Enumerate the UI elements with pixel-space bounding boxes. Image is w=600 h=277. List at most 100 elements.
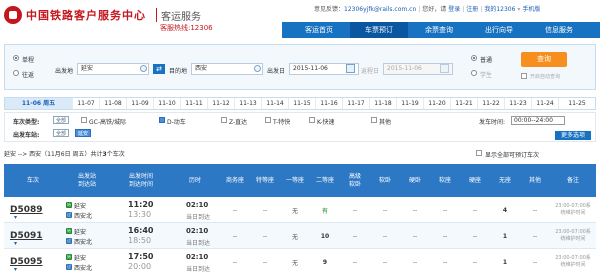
to-label: 目的地 bbox=[169, 68, 188, 75]
date-tab[interactable]: 11-16 bbox=[316, 98, 343, 109]
my12306-link[interactable]: 我的12306 bbox=[484, 6, 515, 13]
main-nav: 客运首页 车票预订 余票查询 出行向导 信息服务 bbox=[282, 22, 600, 38]
date-tab[interactable]: 11-19 bbox=[397, 98, 424, 109]
roundtrip-radio[interactable] bbox=[13, 70, 19, 76]
seat-deluxe-sleeper: -- bbox=[352, 258, 358, 266]
date-tab[interactable]: 11-07 bbox=[73, 98, 100, 109]
to-station: 过西安北 bbox=[66, 264, 93, 272]
date-tab[interactable]: 11-11 bbox=[181, 98, 208, 109]
site-title[interactable]: 中国铁路客户服务中心 bbox=[26, 7, 146, 23]
col-train[interactable]: 车次 bbox=[4, 164, 62, 197]
from-station: 始延安 bbox=[66, 254, 87, 262]
normal-ticket-radio[interactable] bbox=[471, 55, 477, 61]
type-gc-label: GC-高铁/城际 bbox=[89, 119, 127, 126]
remark: 23:00-07:00系 统维护时间 bbox=[555, 229, 591, 242]
seat-hard-seat: -- bbox=[472, 232, 478, 240]
nav-booking[interactable]: 车票预订 bbox=[350, 22, 408, 38]
from-station-input[interactable]: 延安 bbox=[77, 63, 149, 75]
train-number-link[interactable]: D5095 bbox=[10, 249, 60, 275]
date-tab[interactable]: 11-17 bbox=[343, 98, 370, 109]
date-tab[interactable]: 11-09 bbox=[127, 98, 154, 109]
normal-ticket-label: 普通 bbox=[480, 57, 493, 64]
train-type-label: 车次类型: bbox=[13, 119, 40, 126]
seat-business: -- bbox=[232, 258, 238, 266]
type-k-checkbox[interactable] bbox=[309, 117, 315, 123]
all-types-button[interactable]: 全部 bbox=[53, 116, 70, 124]
nav-info-service[interactable]: 信息服务 bbox=[530, 22, 588, 38]
show-all-checkbox[interactable] bbox=[476, 150, 482, 156]
train-detail-chevron-icon[interactable]: ▾ bbox=[14, 214, 17, 221]
type-d-checkbox[interactable] bbox=[159, 117, 165, 123]
more-options-button[interactable]: 更多选项 bbox=[555, 131, 591, 140]
calendar-icon[interactable] bbox=[440, 64, 449, 73]
calendar-icon[interactable] bbox=[346, 64, 355, 73]
date-tab[interactable]: 11-20 bbox=[424, 98, 451, 109]
departure-time-select[interactable]: 00:00--24:00 bbox=[511, 116, 565, 125]
station-yanan-tag[interactable]: 延安 bbox=[75, 129, 92, 137]
date-tab[interactable]: 11-23 bbox=[505, 98, 532, 109]
seat-deluxe-sleeper: -- bbox=[352, 232, 358, 240]
auto-query-label: 开启自动查询 bbox=[530, 74, 561, 80]
oneway-radio[interactable] bbox=[13, 55, 19, 61]
date-tab[interactable]: 11-14 bbox=[262, 98, 289, 109]
swap-stations-icon[interactable]: ⇄ bbox=[153, 64, 165, 74]
remark: 23:00-07:00系 统维护时间 bbox=[555, 203, 591, 216]
col-times[interactable]: 出发时间 到达时间 bbox=[112, 164, 170, 197]
col-first-class: 一等座 bbox=[285, 176, 304, 184]
date-tab[interactable]: 11-13 bbox=[235, 98, 262, 109]
departure-station-label: 出发车站: bbox=[13, 132, 40, 139]
col-duration[interactable]: 历时 bbox=[170, 164, 220, 197]
departure-time-label: 发车时间: bbox=[479, 119, 506, 126]
seat-no-seat: 4 bbox=[502, 206, 508, 214]
train-number-link[interactable]: D5089 bbox=[10, 197, 60, 223]
nav-home[interactable]: 客运首页 bbox=[290, 22, 348, 38]
duration: 02:10 bbox=[186, 227, 209, 235]
date-tab[interactable]: 11-06 周五 bbox=[5, 98, 73, 109]
nav-travel-guide[interactable]: 出行向导 bbox=[470, 22, 528, 38]
seat-soft-seat: -- bbox=[442, 232, 448, 240]
to-station-input[interactable]: 西安 bbox=[191, 63, 263, 75]
date-tab[interactable]: 11-24 bbox=[532, 98, 559, 109]
greeting-text: 您好，请 bbox=[422, 6, 447, 13]
col-premium: 特等座 bbox=[255, 176, 274, 184]
type-t-checkbox[interactable] bbox=[265, 117, 271, 123]
date-tab[interactable]: 11-10 bbox=[154, 98, 181, 109]
feedback-email-link[interactable]: 12306yjfk@rails.com.cn bbox=[344, 6, 416, 13]
nav-remaining-tickets[interactable]: 余票查询 bbox=[410, 22, 468, 38]
type-z-checkbox[interactable] bbox=[221, 117, 227, 123]
roundtrip-label: 往返 bbox=[22, 72, 35, 79]
seat-no-seat: 1 bbox=[502, 232, 508, 240]
col-stations[interactable]: 出发站 到达站 bbox=[62, 164, 112, 197]
date-tab[interactable]: 11-21 bbox=[451, 98, 478, 109]
query-button[interactable]: 查询 bbox=[521, 52, 567, 67]
seat-business: -- bbox=[232, 206, 238, 214]
seat-second-class: 10 bbox=[320, 232, 330, 240]
arrival-day: 当日到达 bbox=[186, 214, 211, 221]
date-tab[interactable]: 11-15 bbox=[289, 98, 316, 109]
date-tab[interactable]: 11-08 bbox=[100, 98, 127, 109]
register-link[interactable]: 注册 bbox=[466, 6, 478, 13]
student-ticket-radio[interactable] bbox=[471, 70, 477, 76]
date-tab[interactable]: 11-22 bbox=[478, 98, 505, 109]
type-t-label: T-特快 bbox=[273, 119, 291, 126]
all-stations-button[interactable]: 全部 bbox=[53, 129, 70, 137]
auto-query-checkbox[interactable] bbox=[521, 73, 527, 79]
train-detail-chevron-icon[interactable]: ▾ bbox=[14, 240, 17, 247]
filter-panel: 车次类型: 全部 GC-高铁/城际 D-动车 Z-直达 T-特快 K-快速 其他… bbox=[4, 112, 596, 142]
departure-time: 16:40 bbox=[128, 226, 154, 235]
seat-second-class: 9 bbox=[322, 258, 328, 266]
station-picker-icon[interactable] bbox=[254, 65, 261, 72]
railway-logo-icon[interactable] bbox=[4, 6, 22, 24]
station-picker-icon[interactable] bbox=[140, 65, 147, 72]
date-tab[interactable]: 11-25 bbox=[559, 98, 595, 109]
date-tab[interactable]: 11-12 bbox=[208, 98, 235, 109]
train-detail-chevron-icon[interactable]: ▾ bbox=[14, 266, 17, 273]
login-link[interactable]: 登录 bbox=[448, 6, 460, 13]
type-other-checkbox[interactable] bbox=[371, 117, 377, 123]
logo-divider bbox=[156, 8, 157, 22]
type-z-label: Z-直达 bbox=[229, 119, 248, 126]
type-gc-checkbox[interactable] bbox=[81, 117, 87, 123]
date-tab[interactable]: 11-18 bbox=[370, 98, 397, 109]
mobile-link[interactable]: 手机版 bbox=[522, 6, 540, 13]
train-number-link[interactable]: D5091 bbox=[10, 223, 60, 249]
